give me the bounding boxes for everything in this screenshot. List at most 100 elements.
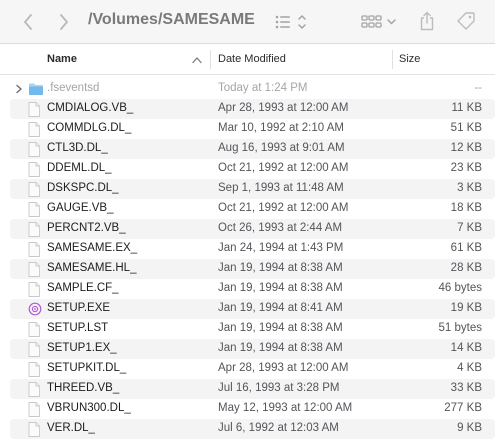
- file-date-modified: Jan 19, 1994 at 8:38 AM: [218, 342, 343, 354]
- file-date-modified: Jul 6, 1992 at 12:03 AM: [218, 422, 339, 434]
- file-name: CMDIALOG.VB_: [47, 102, 134, 114]
- file-name: SAMESAME.HL_: [47, 262, 137, 274]
- file-row[interactable]: COMMDLG.DL_ Mar 10, 1992 at 2:10 AM 51 KB: [0, 119, 495, 139]
- file-row[interactable]: SETUP1.EX_ Jan 19, 1994 at 8:38 AM 14 KB: [0, 339, 495, 359]
- file-date-modified: Jan 19, 1994 at 8:38 AM: [218, 322, 343, 334]
- document-icon: [28, 162, 42, 177]
- file-size: 11 KB: [451, 102, 482, 114]
- file-row[interactable]: DDEML.DL_ Oct 21, 1992 at 12:00 AM 23 KB: [0, 159, 495, 179]
- file-name: CTL3D.DL_: [47, 142, 108, 154]
- file-name: SETUP.LST: [47, 322, 109, 334]
- file-row[interactable]: CMDIALOG.VB_ Apr 28, 1993 at 12:00 AM 11 K…: [0, 99, 495, 119]
- file-date-modified: May 12, 1993 at 12:00 AM: [218, 402, 353, 414]
- document-icon: [28, 242, 42, 257]
- column-divider[interactable]: [210, 50, 211, 69]
- column-header-date-modified[interactable]: Date Modified: [218, 44, 286, 74]
- file-name: .fseventsd: [47, 82, 100, 94]
- file-name: DSKSPC.DL_: [47, 182, 119, 194]
- file-date-modified: Oct 21, 1992 at 12:00 AM: [218, 162, 349, 174]
- file-name: VER.DL_: [47, 422, 95, 434]
- file-row[interactable]: SAMPLE.CF_ Jan 19, 1994 at 8:38 AM 46 byte…: [0, 279, 495, 299]
- file-name: SETUP.EXE: [47, 302, 111, 314]
- file-size: 51 bytes: [438, 322, 482, 334]
- column-header: Name Date Modified Size: [0, 44, 495, 75]
- document-icon: [28, 362, 42, 377]
- file-name: COMMDLG.DL_: [47, 122, 132, 134]
- file-name: SAMESAME.EX_: [47, 242, 138, 254]
- document-icon: [28, 182, 42, 197]
- file-row[interactable]: THREED.VB_ Jul 16, 1993 at 3:28 PM 33 KB: [0, 379, 495, 399]
- column-header-size[interactable]: Size: [399, 44, 420, 74]
- file-size: 61 KB: [450, 242, 482, 254]
- file-size: 7 KB: [457, 222, 482, 234]
- file-row[interactable]: SETUPKIT.DL_ Apr 28, 1993 at 12:00 AM 4 KB: [0, 359, 495, 379]
- file-date-modified: Mar 10, 1992 at 2:10 AM: [218, 122, 344, 134]
- file-name: SAMPLE.CF_: [47, 282, 119, 294]
- file-date-modified: Apr 28, 1993 at 12:00 AM: [218, 102, 349, 114]
- file-row[interactable]: DSKSPC.DL_ Sep 1, 1993 at 11:48 AM 3 KB: [0, 179, 495, 199]
- document-icon: [28, 262, 42, 277]
- document-icon: [28, 342, 42, 357]
- disclosure-triangle-icon[interactable]: [14, 84, 24, 94]
- file-size: 28 KB: [450, 262, 482, 274]
- file-size: 51 KB: [450, 122, 482, 134]
- file-size: 19 KB: [450, 302, 482, 314]
- document-icon: [28, 102, 42, 117]
- grid-view-icon[interactable]: [360, 12, 402, 32]
- file-size: 9 KB: [457, 422, 482, 434]
- document-icon: [28, 142, 42, 157]
- file-row[interactable]: .fseventsd Today at 1:24 PM --: [0, 79, 495, 99]
- file-name: VBRUN300.DL_: [47, 402, 131, 414]
- file-date-modified: Aug 16, 1993 at 9:01 AM: [218, 142, 345, 154]
- chevron-right-icon[interactable]: [56, 12, 72, 32]
- file-size: 3 KB: [457, 182, 482, 194]
- sort-ascending-icon[interactable]: [191, 55, 203, 64]
- file-row[interactable]: CTL3D.DL_ Aug 16, 1993 at 9:01 AM 12 KB: [0, 139, 495, 159]
- file-size: 18 KB: [450, 202, 482, 214]
- file-row[interactable]: SAMESAME.HL_ Jan 19, 1994 at 8:38 AM 28 KB: [0, 259, 495, 279]
- file-row[interactable]: PERCNT2.VB_ Oct 26, 1993 at 2:44 AM 7 KB: [0, 219, 495, 239]
- file-date-modified: Today at 1:24 PM: [218, 82, 308, 94]
- file-row[interactable]: GAUGE.VB_ Oct 21, 1992 at 12:00 AM 18 KB: [0, 199, 495, 219]
- file-size: 14 KB: [450, 342, 482, 354]
- column-header-name[interactable]: Name: [47, 44, 77, 74]
- document-icon: [28, 282, 42, 297]
- file-name: DDEML.DL_: [47, 162, 112, 174]
- file-date-modified: Apr 28, 1993 at 12:00 AM: [218, 362, 349, 374]
- document-icon: [28, 422, 42, 437]
- file-date-modified: Sep 1, 1993 at 11:48 AM: [218, 182, 344, 194]
- file-size: 46 bytes: [438, 282, 482, 294]
- file-date-modified: Jan 24, 1994 at 1:43 PM: [218, 242, 344, 254]
- executable-icon: [28, 302, 42, 317]
- file-name: SETUPKIT.DL_: [47, 362, 127, 374]
- file-row[interactable]: SAMESAME.EX_ Jan 24, 1994 at 1:43 PM 61 KB: [0, 239, 495, 259]
- file-name: THREED.VB_: [47, 382, 120, 394]
- file-size: 4 KB: [457, 362, 482, 374]
- document-icon: [28, 222, 42, 237]
- file-list: .fseventsd Today at 1:24 PM -- CMDIALOG.VB_…: [0, 79, 495, 439]
- file-size: 23 KB: [450, 162, 482, 174]
- file-date-modified: Oct 21, 1992 at 12:00 AM: [218, 202, 349, 214]
- chevron-left-icon[interactable]: [20, 12, 36, 32]
- folder-icon: [28, 82, 43, 97]
- document-icon: [28, 202, 42, 217]
- file-row[interactable]: VER.DL_ Jul 6, 1992 at 12:03 AM 9 KB: [0, 419, 495, 439]
- file-row[interactable]: SETUP.EXE Jan 19, 1994 at 8:41 AM 19 KB: [0, 299, 495, 319]
- file-size: --: [474, 82, 482, 94]
- file-row[interactable]: VBRUN300.DL_ May 12, 1993 at 12:00 AM 277 …: [0, 399, 495, 419]
- file-row[interactable]: SETUP.LST Jan 19, 1994 at 8:38 AM 51 bytes: [0, 319, 495, 339]
- file-name: GAUGE.VB_: [47, 202, 114, 214]
- document-icon: [28, 382, 42, 397]
- tag-icon[interactable]: [455, 10, 477, 32]
- share-icon[interactable]: [418, 10, 436, 32]
- document-icon: [28, 122, 42, 137]
- file-name: PERCNT2.VB_: [47, 222, 126, 234]
- file-size: 33 KB: [450, 382, 482, 394]
- file-date-modified: Jan 19, 1994 at 8:38 AM: [218, 282, 343, 294]
- file-date-modified: Oct 26, 1993 at 2:44 AM: [218, 222, 343, 234]
- column-divider[interactable]: [392, 50, 393, 69]
- file-size: 277 KB: [444, 402, 482, 414]
- list-view-icon[interactable]: [274, 12, 308, 32]
- document-icon: [28, 322, 42, 337]
- file-date-modified: Jul 16, 1993 at 3:28 PM: [218, 382, 340, 394]
